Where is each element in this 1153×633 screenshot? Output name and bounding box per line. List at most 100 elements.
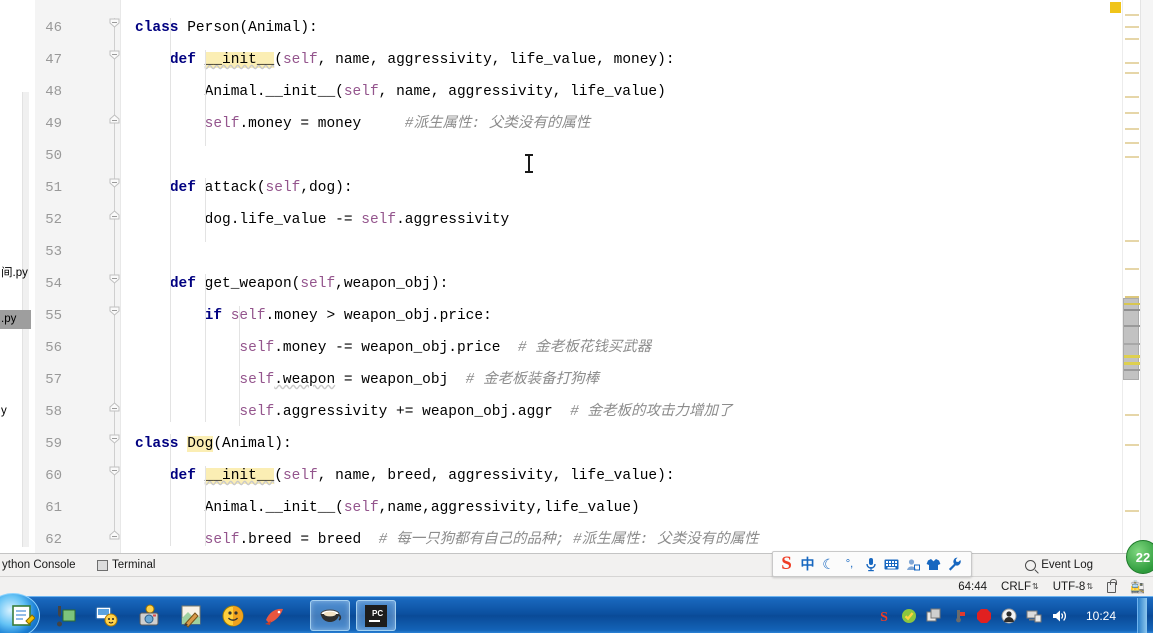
moon-icon[interactable]: ☾ [818,552,839,576]
volume-icon[interactable] [1050,607,1067,624]
taskbar-item-pycharm[interactable]: PC [356,600,396,631]
editor-scrollbar-track[interactable] [1140,0,1153,553]
project-tree-sliver[interactable]: 间.py .py y [0,0,31,553]
windows-explorer-icon[interactable] [925,607,942,624]
code-line[interactable]: self.breed = breed # 每一只狗都有自己的品种; #派生属性:… [135,524,759,553]
code-line[interactable]: self.money -= weapon_obj.price # 金老板花钱买武… [135,332,651,364]
fold-collapse-icon[interactable] [109,50,120,61]
line-separator-selector[interactable]: CRLF ⇅ [1001,581,1039,593]
taskbar-item-messenger[interactable] [87,600,127,631]
fold-collapse-icon[interactable] [109,18,120,29]
code-token: , name, breed, aggressivity, life_value)… [317,468,675,484]
indent-guide [204,50,206,146]
browser-icon [221,604,245,628]
stripe-marker[interactable] [1125,156,1139,158]
taskbar-item-folder-tool[interactable] [45,600,85,631]
fold-collapse-icon[interactable] [109,434,120,445]
code-line[interactable]: def get_weapon(self,weapon_obj): [135,268,448,300]
code-line[interactable]: dog.life_value -= self.aggressivity [135,204,510,236]
stripe-marker[interactable] [1125,444,1139,446]
taskbar-item-browser[interactable] [213,600,253,631]
taskbar-item-bird[interactable] [255,600,295,631]
stripe-marker[interactable] [1125,14,1139,16]
stripe-marker[interactable] [1125,240,1139,242]
microphone-icon[interactable] [860,552,881,576]
taskbar-item-paint[interactable] [171,600,211,631]
sogou-ime-toolbar[interactable]: S 中 ☾ °, [772,551,972,577]
stripe-marker[interactable] [1125,26,1139,28]
user-account-icon[interactable] [902,552,923,576]
tool-window-python-console[interactable]: ython Console [2,554,76,577]
editor-gutter[interactable]: 46 47 48 49 50 51 52 53 54 55 56 57 58 59 60 61 62 45 [31,0,121,553]
usb-device-icon[interactable] [950,607,967,624]
taskbar-item-camera[interactable] [129,600,169,631]
code-line[interactable]: Animal.__init__(self, name, aggressivity… [135,76,666,108]
code-editor[interactable]: 46 47 48 49 50 51 52 53 54 55 56 57 58 59 60 61 62 45 cla… [31,0,1122,553]
project-file-item[interactable]: y [0,402,31,421]
stripe-marker[interactable] [1125,510,1139,512]
event-log-button[interactable]: Event Log [1025,554,1093,577]
taskbar-clock[interactable]: 10:24 [1075,609,1127,623]
code-line[interactable]: self.aggressivity += weapon_obj.aggr # 金… [135,396,732,428]
stripe-marker[interactable] [1125,96,1139,98]
degree-punctuation-icon[interactable]: °, [839,552,860,576]
stop-record-icon[interactable] [975,607,992,624]
skin-shirt-icon[interactable] [923,552,944,576]
editor-text-area[interactable]: class Person(Animal): def __init__(self,… [121,0,1122,553]
sogou-logo-icon[interactable]: S [776,552,797,576]
stripe-marker[interactable] [1125,38,1139,40]
fold-collapse-icon[interactable] [109,306,120,317]
fold-end-icon[interactable] [109,402,120,413]
taskbar-item-coffee[interactable] [310,600,350,631]
stripe-marker[interactable] [1125,414,1139,416]
project-file-item[interactable]: .py [0,310,31,329]
caret-position[interactable]: 64:44 [958,581,987,593]
code-line[interactable]: def __init__(self, name, aggressivity, l… [135,44,675,76]
fold-end-icon[interactable] [109,114,120,125]
terminal-icon [97,560,108,571]
svg-text:PC: PC [372,609,383,618]
fold-end-icon[interactable] [109,530,120,541]
stripe-marker[interactable] [1125,62,1139,64]
encoding-selector[interactable]: UTF-8 ⇅ [1053,581,1093,593]
show-desktop-button[interactable] [1137,598,1147,633]
fold-collapse-icon[interactable] [109,466,120,477]
network-icon[interactable] [1025,607,1042,624]
code-line[interactable]: Animal.__init__(self,name,aggressivity,l… [135,492,640,524]
code-line[interactable]: def __init__(self, name, breed, aggressi… [135,460,675,492]
code-line[interactable]: def attack(self,dog): [135,172,353,204]
fold-end-icon[interactable] [109,210,120,221]
warning-chip[interactable] [1110,2,1121,13]
stripe-marker[interactable] [1125,142,1139,144]
read-only-lock-icon[interactable] [1107,578,1118,593]
code-folding-column[interactable] [109,0,121,553]
ime-mode-chinese-icon[interactable]: 中 [797,552,818,576]
pycharm-icon: PC [364,604,388,628]
code-line[interactable]: class Dog(Animal): [135,428,292,460]
code-token: Animal [248,20,301,36]
keyboard-icon[interactable] [881,552,902,576]
taskbar-item-notepad[interactable] [3,600,43,631]
overlay-count-badge[interactable]: 22 [1126,540,1153,574]
code-line[interactable]: class Person(Animal): [135,12,318,44]
update-shield-icon[interactable] [900,607,917,624]
paint-icon [179,604,203,628]
stripe-marker[interactable] [1125,268,1139,270]
code-token: ( [274,52,283,68]
stripe-marker[interactable] [1125,72,1139,74]
editor-marker-stripe[interactable] [1122,0,1140,553]
tool-window-terminal[interactable]: Terminal [97,554,155,577]
wrench-settings-icon[interactable] [944,552,965,576]
stripe-marker[interactable] [1125,128,1139,130]
fold-collapse-icon[interactable] [109,274,120,285]
project-file-item[interactable]: 间.py [0,264,31,283]
code-line[interactable]: self.money = money #派生属性: 父类没有的属性 [135,108,591,140]
sogou-tray-icon[interactable]: S [875,607,892,624]
train-icon[interactable]: 🚉 [1130,581,1145,593]
code-line[interactable]: if self.money > weapon_obj.price: [135,300,492,332]
fold-collapse-icon[interactable] [109,178,120,189]
user-avatar-icon[interactable] [1000,607,1017,624]
stripe-marker[interactable] [1125,112,1139,114]
editor-scrollbar-thumb[interactable] [1123,298,1140,380]
